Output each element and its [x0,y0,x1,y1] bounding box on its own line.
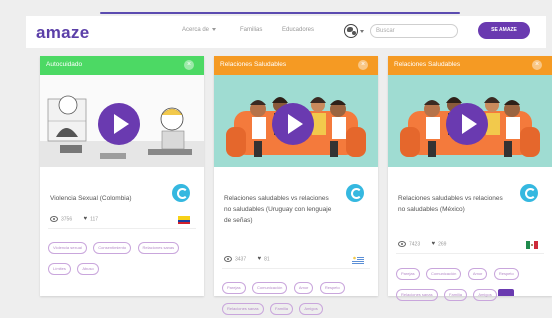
tag-list: Parejas Comunicación Amor Respeto Relaci… [396,262,546,304]
tag-chip[interactable]: Parejas [222,282,246,294]
mexico-flag-icon [526,241,538,249]
chevron-down-icon [212,27,217,31]
card-category-header: Relaciones Saludables × [388,56,552,75]
tag-chip[interactable]: Respeto [493,268,519,280]
tag-chip[interactable]: Familia [270,303,293,315]
card-category-header: Autocuidado × [40,56,204,75]
eye-icon [224,256,232,262]
like-count: 117 [90,216,99,223]
top-navbar: amaze Acerca de Familias Educadores Busc… [26,16,546,48]
card-category-header: Relaciones Saludables × [214,56,378,75]
tag-chip[interactable]: Familia [444,289,467,301]
view-count: 3756 [61,216,73,223]
video-thumbnail[interactable] [40,75,204,167]
eye-icon [50,216,58,222]
like-count: 81 [264,256,270,263]
play-icon[interactable] [446,103,488,145]
tag-list: Violencia sexual Consentimiento Relacion… [48,236,198,278]
card-title[interactable]: Violencia Sexual (Colombia) [50,193,162,204]
tag-chip[interactable]: Relaciones sanas [137,242,180,254]
card-category-label: Autocuidado [46,61,83,68]
view-count: 7423 [409,241,421,248]
close-icon[interactable]: × [184,60,194,70]
eye-icon [398,241,406,247]
tag-chip[interactable]: Amigos [299,303,323,315]
play-icon[interactable] [98,103,140,145]
nav-link-about[interactable]: Acerca de [182,27,217,33]
globe-icon[interactable] [344,24,358,38]
heart-icon[interactable]: ♥ [84,216,88,222]
amaze-logo[interactable]: amaze [36,23,89,43]
search-input[interactable]: Buscar [370,24,458,38]
amaze-brand-icon [346,184,364,202]
nav-link-families[interactable]: Familias [240,27,262,33]
card-stats: 3437 ♥ 81 [224,256,270,262]
colombia-flag-icon [178,216,190,224]
close-icon[interactable]: × [358,60,368,70]
card-category-label: Relaciones Saludables [394,61,461,68]
heart-icon[interactable]: ♥ [258,256,262,262]
like-count: 269 [438,241,447,248]
video-card[interactable]: Relaciones Saludables × Relaciones salud… [388,56,552,301]
card-divider [396,253,544,254]
card-title[interactable]: Relaciones saludables vs relaciones no s… [224,193,336,226]
tag-chip[interactable]: Parejas [396,268,420,280]
cta-button[interactable]: SE AMAZE [478,22,530,39]
tag-chip[interactable]: Comunicación [426,268,462,280]
tag-chip[interactable]: Violencia sexual [48,242,87,254]
tag-list: Parejas Comunicación Amor Respeto Relaci… [222,276,372,318]
tag-chip[interactable]: Abuso [77,263,99,275]
card-divider [222,268,370,269]
view-count: 3437 [235,256,247,263]
tag-chip[interactable]: Límites [48,263,71,275]
video-card[interactable]: Relaciones Saludables × Relaciones salud… [214,56,378,315]
tag-chip[interactable]: Consentimiento [93,242,132,254]
tag-chip[interactable]: Comunicación [252,282,288,294]
card-stats: 7423 ♥ 269 [398,241,446,247]
heart-icon[interactable]: ♥ [432,241,436,247]
video-thumbnail[interactable] [214,75,378,167]
play-icon[interactable] [272,103,314,145]
tag-chip[interactable]: Relaciones sanas [222,303,264,315]
tag-chip[interactable]: Respeto [319,282,345,294]
card-title[interactable]: Relaciones saludables vs relaciones no s… [398,193,510,215]
nav-link-educators[interactable]: Educadores [282,27,314,33]
tag-chip[interactable]: Amigos [473,289,497,301]
tag-chip[interactable]: Amor [293,282,314,294]
card-divider [48,228,196,229]
video-thumbnail[interactable] [388,75,552,167]
amaze-brand-icon [172,184,190,202]
top-accent-line [100,12,460,14]
close-icon[interactable]: × [532,60,542,70]
card-category-label: Relaciones Saludables [220,61,287,68]
card-stats: 3756 ♥ 117 [50,216,98,222]
amaze-brand-icon [520,184,538,202]
chevron-down-icon[interactable] [360,30,364,33]
uruguay-flag-icon [352,256,364,264]
tag-chip[interactable]: Amor [467,268,488,280]
tag-chip[interactable]: Relaciones sanas [396,289,438,301]
video-card[interactable]: Autocuidado × Violencia Sexual (Colombia… [40,56,204,296]
